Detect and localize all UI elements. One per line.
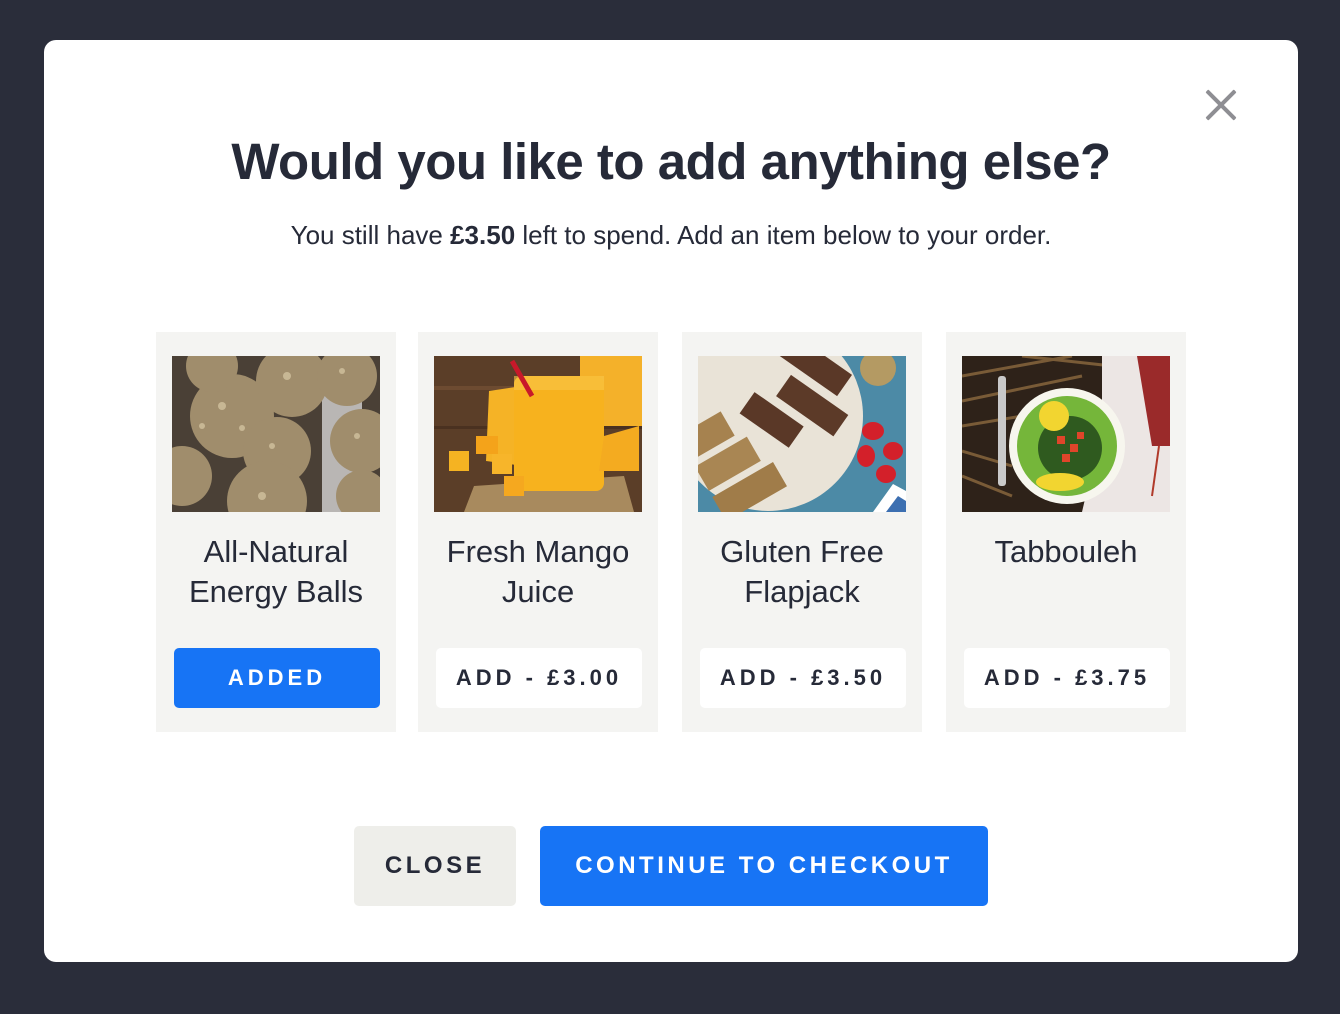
- close-x-icon[interactable]: [1200, 84, 1242, 126]
- subtitle-prefix: You still have: [290, 220, 451, 250]
- remaining-amount: £3.50: [450, 220, 516, 250]
- add-product-button[interactable]: ADD - £3.75: [964, 648, 1170, 708]
- mango-juice-photo: [434, 356, 642, 512]
- tabbouleh-photo: [962, 356, 1170, 512]
- product-card: All-Natural Energy Balls ADDED: [156, 332, 396, 732]
- continue-to-checkout-button[interactable]: CONTINUE TO CHECKOUT: [540, 826, 988, 906]
- product-name: Gluten Free Flapjack: [720, 534, 884, 609]
- product-name: All-Natural Energy Balls: [188, 534, 364, 609]
- product-name: Fresh Mango Juice: [446, 534, 630, 609]
- product-card: Tabbouleh ADD - £3.75: [946, 332, 1186, 732]
- modal-title: Would you like to add anything else?: [231, 133, 1111, 190]
- modal-subtitle: You still have £3.50 left to spend. Add …: [44, 220, 1298, 251]
- added-button[interactable]: ADDED: [174, 648, 380, 708]
- add-product-button[interactable]: ADD - £3.50: [700, 648, 906, 708]
- upsell-modal: Would you like to add anything else? You…: [44, 40, 1298, 962]
- product-card: Fresh Mango Juice ADD - £3.00: [418, 332, 658, 732]
- product-list: All-Natural Energy Balls ADDED Fresh Man…: [156, 332, 1186, 732]
- energy-balls-photo: [172, 356, 380, 512]
- product-name: Tabbouleh: [994, 534, 1138, 569]
- flapjack-photo: [698, 356, 906, 512]
- product-card: Gluten Free Flapjack ADD - £3.50: [682, 332, 922, 732]
- close-button[interactable]: CLOSE: [354, 826, 516, 906]
- subtitle-suffix: left to spend. Add an item below to your…: [515, 220, 1052, 250]
- add-product-button[interactable]: ADD - £3.00: [436, 648, 642, 708]
